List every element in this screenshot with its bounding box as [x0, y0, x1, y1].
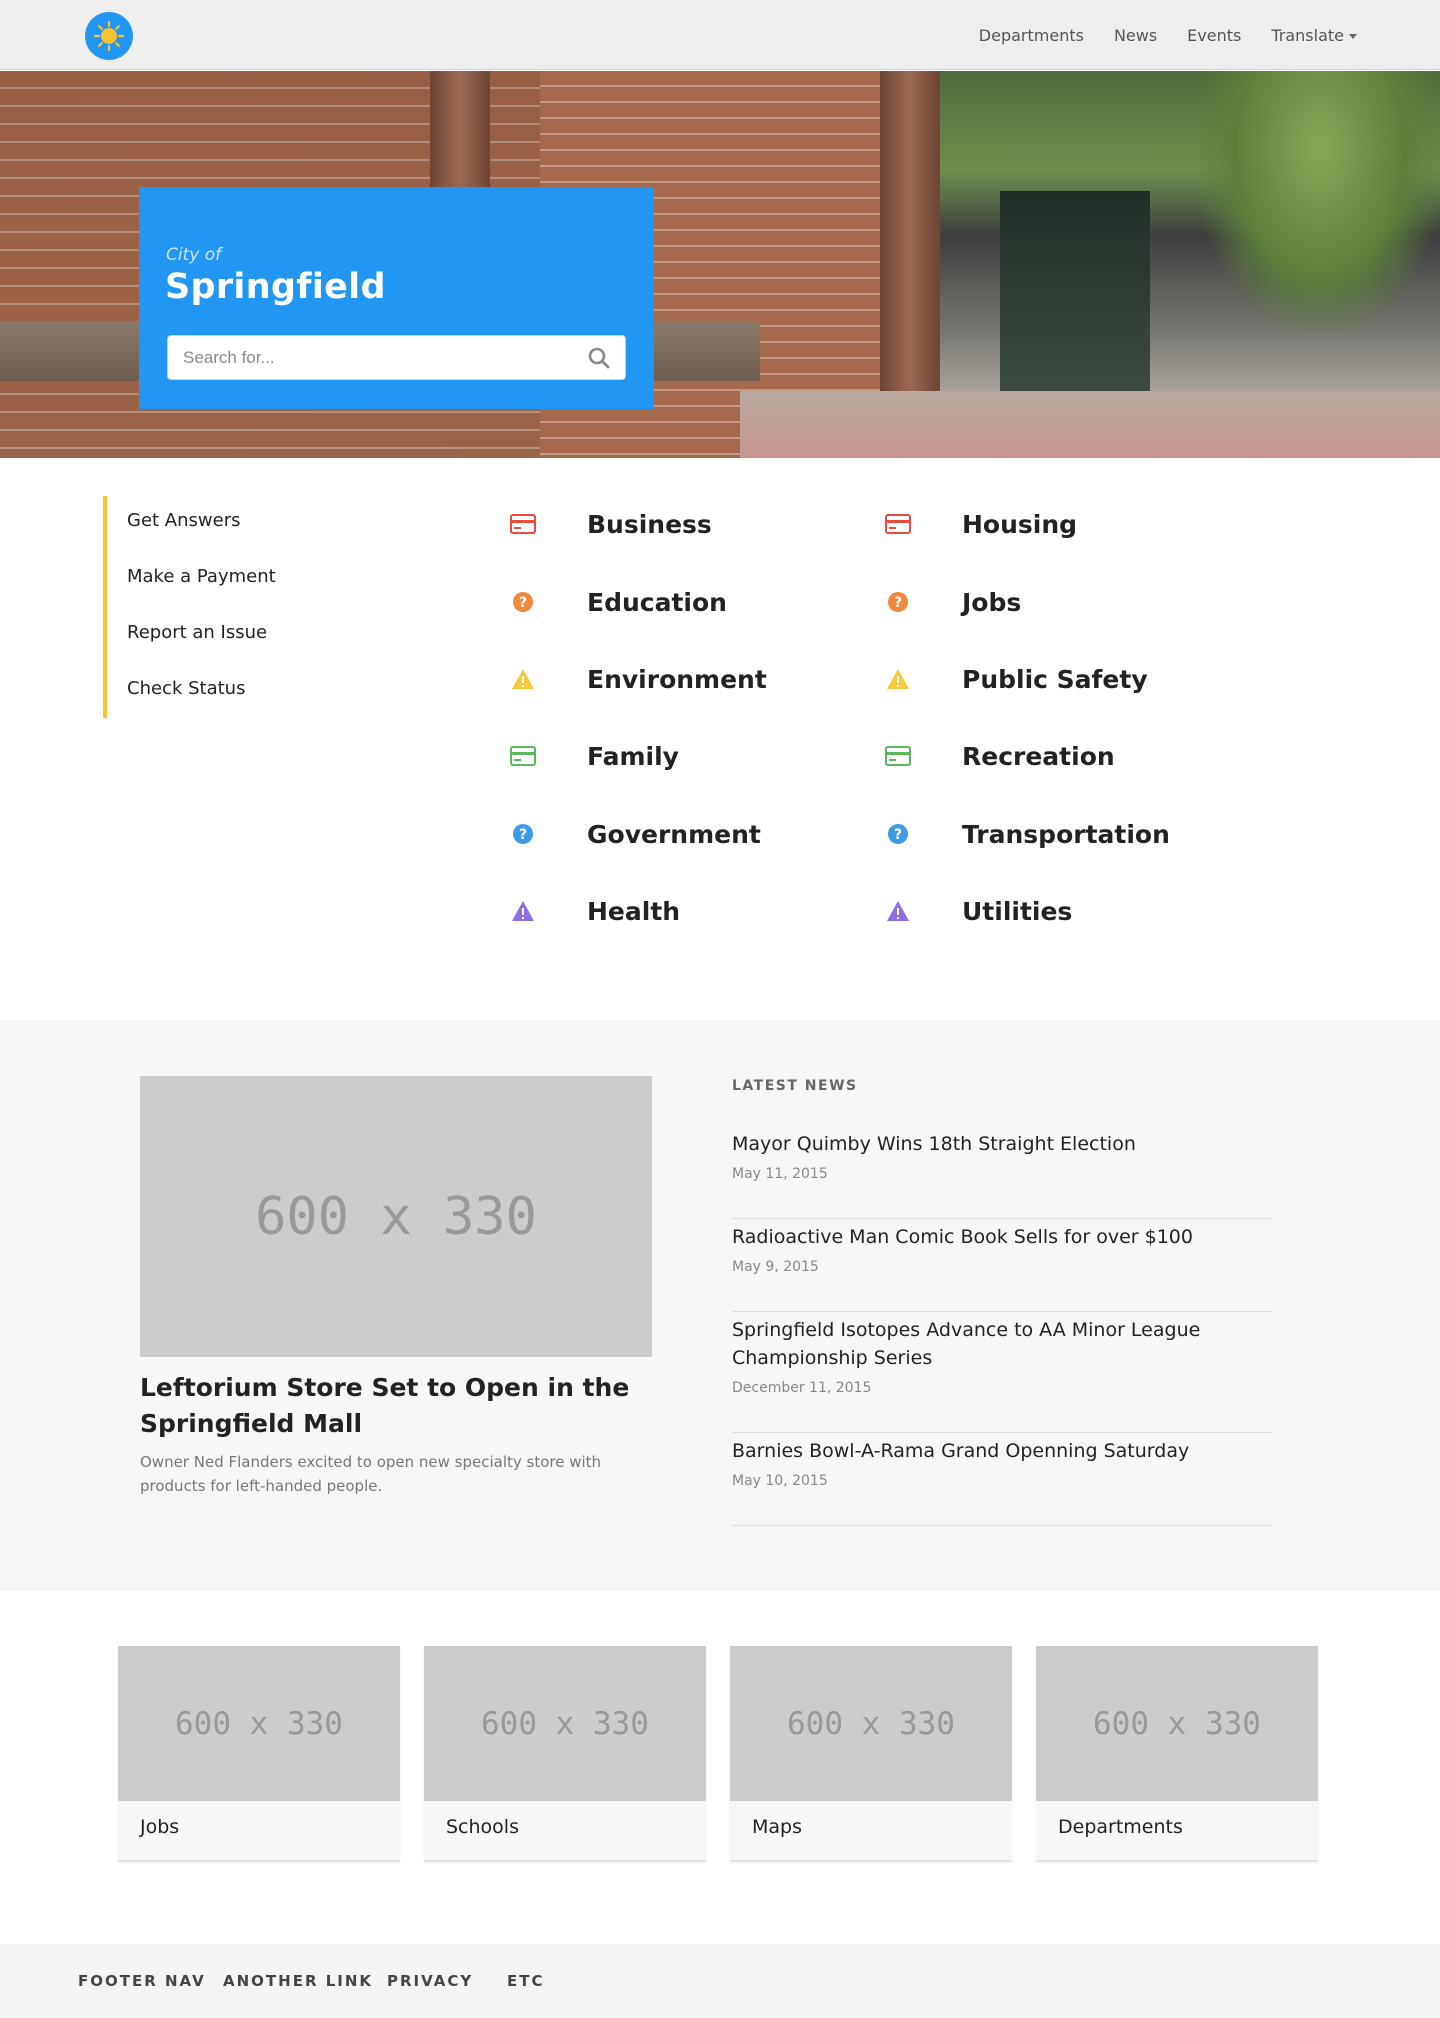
category-public-safety[interactable]: Public Safety [885, 665, 1148, 694]
svg-text:?: ? [519, 827, 527, 843]
warning-triangle-icon [885, 898, 911, 924]
news-title[interactable]: Springfield Isotopes Advance to AA Minor… [732, 1316, 1232, 1372]
category-label: Recreation [962, 741, 1115, 771]
hero-banner: City of Springfield [0, 71, 1440, 458]
nav-events-link[interactable]: Events [1187, 26, 1241, 45]
question-circle-icon: ? [885, 821, 911, 847]
category-environment[interactable]: Environment [510, 665, 767, 694]
latest-news-heading: LATEST NEWS [732, 1078, 858, 1094]
news-date: December 11, 2015 [732, 1380, 872, 1396]
footer-another-link[interactable]: ANOTHER LINK [223, 1972, 373, 1990]
tile-schools[interactable]: 600 x 330 Schools [424, 1646, 706, 1862]
hero-photo-column [880, 71, 940, 391]
svg-text:?: ? [519, 595, 527, 611]
tile-label: Maps [752, 1816, 802, 1838]
search-box [167, 335, 626, 380]
question-circle-icon: ? [885, 589, 911, 615]
search-icon[interactable] [587, 346, 611, 370]
category-family[interactable]: Family [510, 742, 679, 771]
footer-privacy-link[interactable]: PRIVACY [387, 1972, 473, 1990]
question-circle-icon: ? [510, 821, 536, 847]
news-item[interactable]: Mayor Quimby Wins 18th Straight Election… [732, 1130, 1272, 1219]
nav-translate-dropdown[interactable]: Translate [1271, 26, 1357, 45]
footer-nav-link[interactable]: FOOTER NAV [78, 1972, 206, 1990]
tile-label: Departments [1058, 1816, 1183, 1838]
category-jobs[interactable]: ? Jobs [885, 588, 1021, 617]
category-label: Health [587, 896, 681, 926]
warning-triangle-icon [885, 666, 911, 692]
warning-triangle-icon [510, 898, 536, 924]
sun-logo-icon[interactable] [85, 12, 133, 60]
featured-description: Owner Ned Flanders excited to open new s… [140, 1453, 602, 1495]
category-recreation[interactable]: Recreation [885, 742, 1115, 771]
tile-maps[interactable]: 600 x 330 Maps [730, 1646, 1012, 1862]
category-health[interactable]: Health [510, 897, 680, 926]
credit-card-icon [510, 511, 536, 537]
nav-departments-link[interactable]: Departments [979, 26, 1084, 45]
tile-image-placeholder: 600 x 330 [118, 1646, 400, 1801]
news-date: May 10, 2015 [732, 1473, 828, 1489]
featured-title-link[interactable]: Leftorium Store Set to Open in the Sprin… [140, 1370, 640, 1442]
tile-image-placeholder: 600 x 330 [1036, 1646, 1318, 1801]
category-label: Education [587, 587, 727, 617]
category-government[interactable]: ? Government [510, 820, 761, 849]
tile-departments[interactable]: 600 x 330 Departments [1036, 1646, 1318, 1862]
quick-link-check-status[interactable]: Check Status [127, 678, 245, 699]
credit-card-icon [885, 743, 911, 769]
caret-down-icon [1349, 33, 1357, 39]
quick-link-make-payment[interactable]: Make a Payment [127, 566, 276, 587]
hero-photo-shopfront [1000, 191, 1150, 391]
news-title[interactable]: Mayor Quimby Wins 18th Straight Election [732, 1130, 1232, 1158]
category-transportation[interactable]: ? Transportation [885, 820, 1170, 849]
warning-triangle-icon [510, 666, 536, 692]
tile-jobs[interactable]: 600 x 330 Jobs [118, 1646, 400, 1862]
quick-link-report-issue[interactable]: Report an Issue [127, 622, 267, 643]
question-circle-icon: ? [510, 589, 536, 615]
city-search-card: City of Springfield [139, 187, 654, 409]
top-navbar: Departments News Events Translate [0, 0, 1440, 70]
main-nav: Departments News Events Translate [979, 0, 1357, 70]
nav-news-link[interactable]: News [1114, 26, 1157, 45]
category-label: Environment [587, 664, 767, 694]
tile-image-placeholder: 600 x 330 [730, 1646, 1012, 1801]
credit-card-icon [885, 511, 911, 537]
search-input[interactable] [168, 336, 568, 379]
tile-label: Jobs [140, 1816, 180, 1838]
category-label: Government [587, 819, 761, 849]
category-education[interactable]: ? Education [510, 588, 727, 617]
credit-card-icon [510, 743, 536, 769]
featured-image-placeholder[interactable]: 600 x 330 [140, 1076, 652, 1357]
news-date: May 9, 2015 [732, 1259, 819, 1275]
city-prefix: City of [166, 245, 222, 265]
category-label: Public Safety [962, 664, 1148, 694]
category-label: Transportation [962, 819, 1170, 849]
quick-links: Get Answers Make a Payment Report an Iss… [103, 496, 303, 718]
category-label: Utilities [962, 896, 1073, 926]
svg-text:?: ? [894, 827, 902, 843]
news-title[interactable]: Radioactive Man Comic Book Sells for ove… [732, 1223, 1232, 1251]
city-name: Springfield [165, 267, 386, 307]
hero-photo-sidewalk [740, 391, 1440, 458]
category-utilities[interactable]: Utilities [885, 897, 1072, 926]
translate-label: Translate [1271, 25, 1344, 45]
category-label: Business [587, 509, 712, 539]
news-item[interactable]: Barnies Bowl-A-Rama Grand Openning Satur… [732, 1437, 1272, 1526]
news-section: 600 x 330 Leftorium Store Set to Open in… [0, 1020, 1440, 1591]
tile-label: Schools [446, 1816, 519, 1838]
news-item[interactable]: Radioactive Man Comic Book Sells for ove… [732, 1223, 1272, 1312]
category-label: Housing [962, 509, 1078, 539]
category-label: Jobs [962, 587, 1022, 617]
footer-etc-link[interactable]: ETC [507, 1972, 545, 1990]
footer: FOOTER NAV ANOTHER LINK PRIVACY ETC [0, 1944, 1440, 2018]
tile-image-placeholder: 600 x 330 [424, 1646, 706, 1801]
news-title[interactable]: Barnies Bowl-A-Rama Grand Openning Satur… [732, 1437, 1232, 1465]
hero-photo-trees [1200, 71, 1440, 331]
news-date: May 11, 2015 [732, 1166, 828, 1182]
category-label: Family [587, 741, 679, 771]
category-business[interactable]: Business [510, 510, 712, 539]
svg-text:?: ? [894, 595, 902, 611]
news-item[interactable]: Springfield Isotopes Advance to AA Minor… [732, 1316, 1272, 1433]
category-housing[interactable]: Housing [885, 510, 1077, 539]
quick-link-get-answers[interactable]: Get Answers [127, 510, 240, 531]
